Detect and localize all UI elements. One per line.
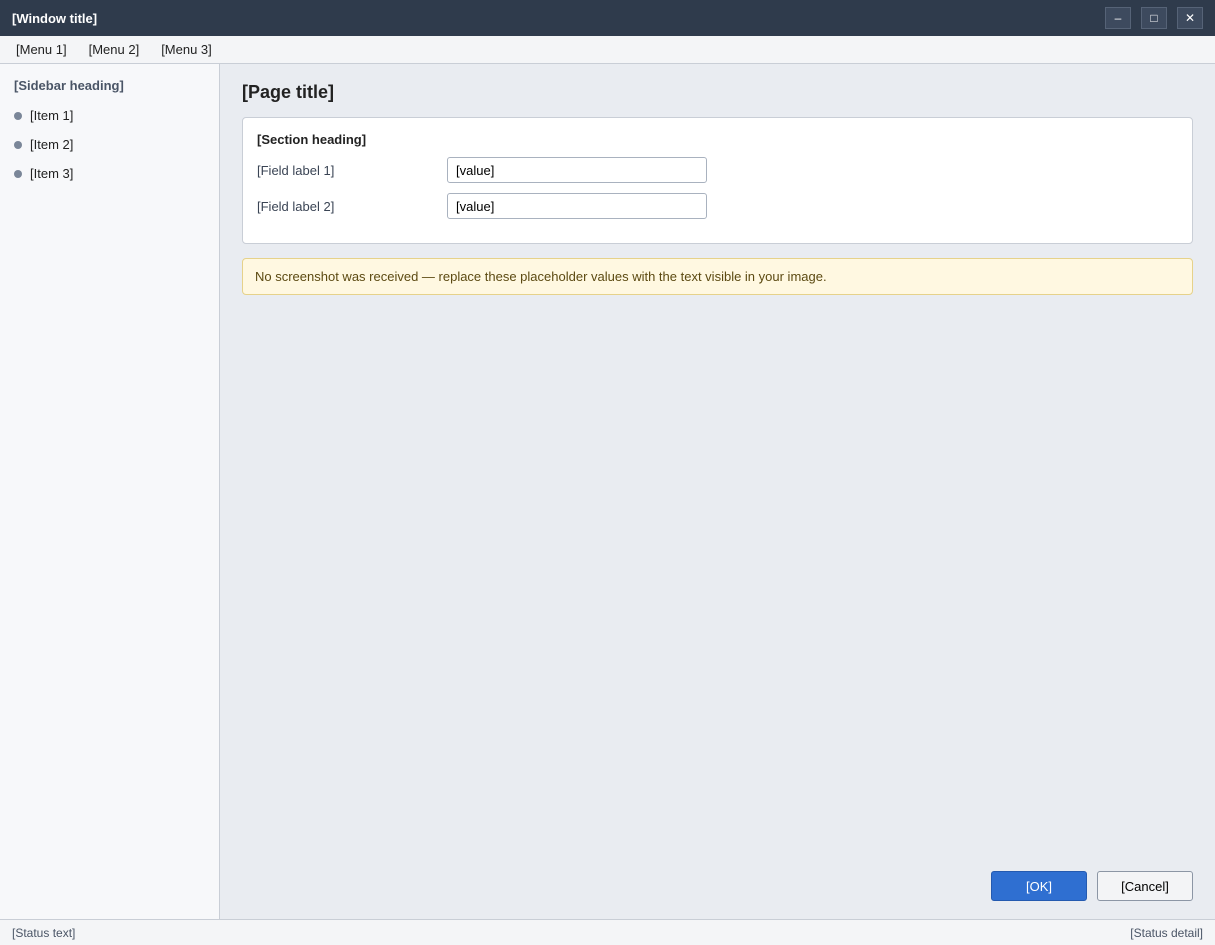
- page-title: [Page title]: [242, 82, 335, 102]
- status-text-left: [Status text]: [12, 925, 76, 940]
- sidebar-heading: [Sidebar heading]: [14, 78, 124, 93]
- field-label: [Field label 1]: [257, 162, 335, 178]
- window-title: [Window title]: [12, 10, 98, 26]
- field-row: [Field label 1]: [257, 157, 1178, 183]
- field-row: [Field label 2]: [257, 193, 1178, 219]
- dialog-buttons: [OK] [Cancel]: [242, 871, 1193, 901]
- bullet-icon: [14, 111, 22, 120]
- content-area: [Page title] [Section heading] [Field la…: [220, 64, 1215, 919]
- maximize-icon[interactable]: □: [1141, 7, 1167, 29]
- menu-item[interactable]: [Menu 3]: [151, 38, 222, 61]
- status-text-right: [Status detail]: [1130, 925, 1203, 940]
- menu-item[interactable]: [Menu 1]: [6, 38, 77, 61]
- panel-heading: [Section heading]: [257, 132, 367, 147]
- sidebar-item[interactable]: [Item 1]: [0, 101, 219, 130]
- menu-item[interactable]: [Menu 2]: [79, 38, 150, 61]
- sidebar-item[interactable]: [Item 2]: [0, 130, 219, 159]
- menu-bar: [Menu 1] [Menu 2] [Menu 3]: [0, 36, 1215, 64]
- secondary-button[interactable]: [Cancel]: [1097, 871, 1193, 901]
- text-field[interactable]: [447, 157, 707, 183]
- sidebar-item-label: [Item 3]: [30, 166, 74, 181]
- bullet-icon: [14, 140, 22, 149]
- main-area: [Sidebar heading] [Item 1] [Item 2] [Ite…: [0, 64, 1215, 919]
- sidebar-item-label: [Item 2]: [30, 137, 74, 152]
- title-bar: [Window title] – □ ✕: [0, 0, 1215, 36]
- settings-panel: [Section heading] [Field label 1] [Field…: [242, 117, 1193, 244]
- status-bar: [Status text] [Status detail]: [0, 919, 1215, 945]
- sidebar: [Sidebar heading] [Item 1] [Item 2] [Ite…: [0, 64, 220, 919]
- notice-message: No screenshot was received — replace the…: [242, 258, 1193, 295]
- primary-button[interactable]: [OK]: [991, 871, 1087, 901]
- bullet-icon: [14, 169, 22, 178]
- field-label: [Field label 2]: [257, 198, 335, 214]
- text-field[interactable]: [447, 193, 707, 219]
- close-icon[interactable]: ✕: [1177, 7, 1203, 29]
- sidebar-item-label: [Item 1]: [30, 108, 74, 123]
- minimize-icon[interactable]: –: [1105, 7, 1131, 29]
- sidebar-item[interactable]: [Item 3]: [0, 159, 219, 188]
